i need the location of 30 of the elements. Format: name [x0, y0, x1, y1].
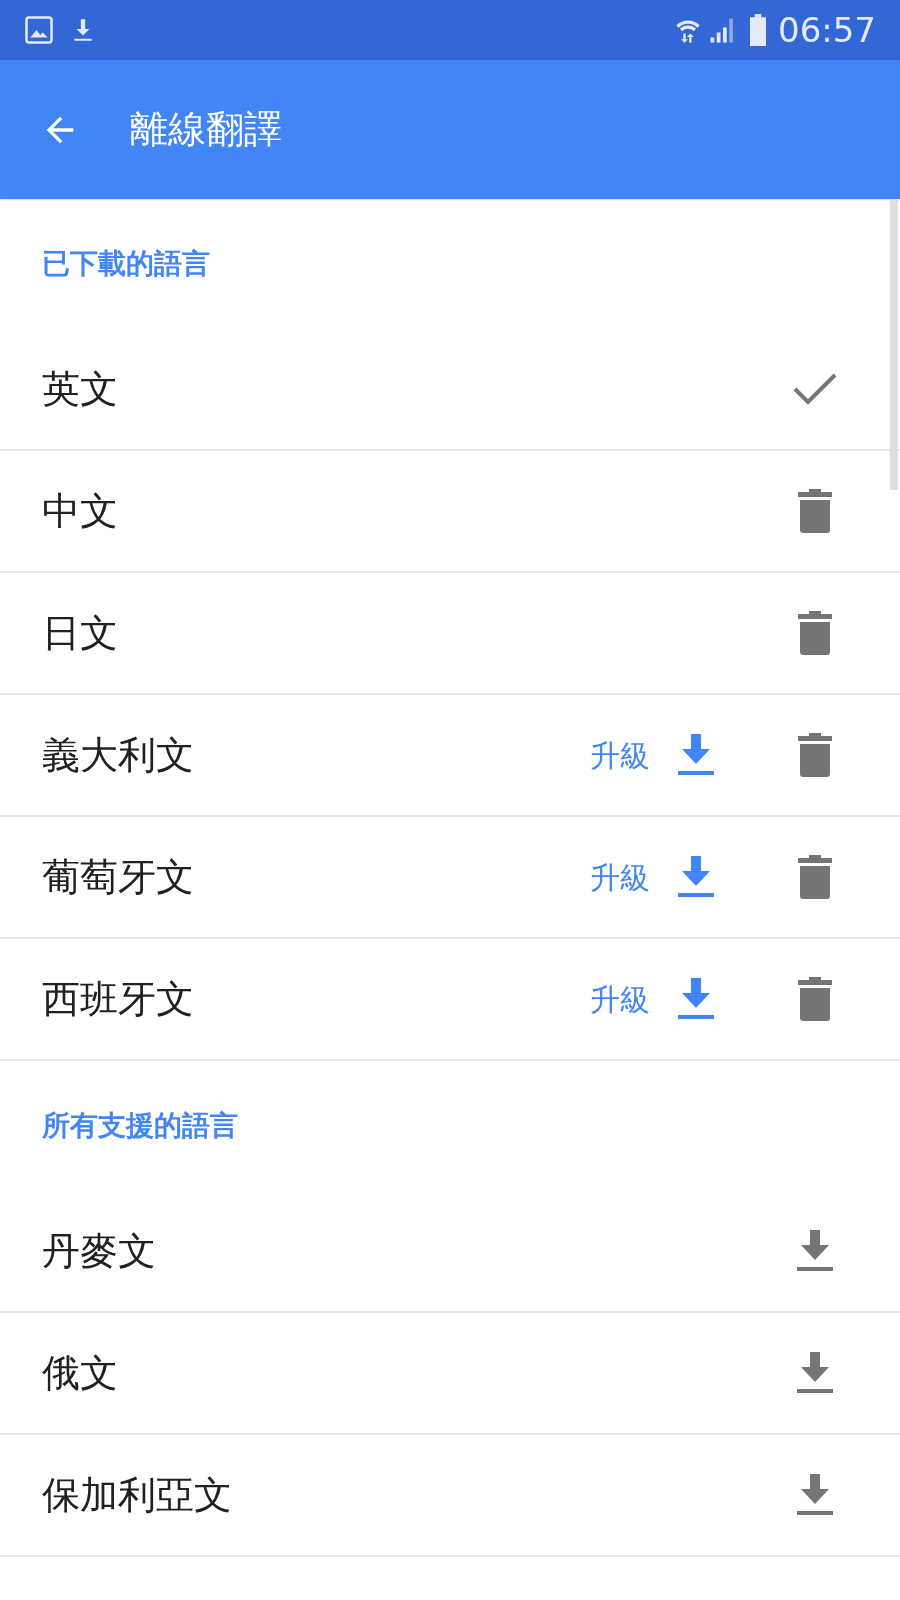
upgrade-link[interactable]: 升級: [590, 976, 650, 1022]
download-icon[interactable]: [797, 1474, 833, 1516]
download-icon[interactable]: [797, 1230, 833, 1272]
section-header: 已下載的語言: [42, 246, 210, 282]
trash-icon[interactable]: [798, 611, 832, 655]
language-name: 保加利亞文: [42, 1471, 233, 1519]
language-name: 丹麥文: [42, 1227, 157, 1275]
download-icon[interactable]: [797, 1352, 833, 1394]
language-name: 俄文: [42, 1349, 119, 1397]
upgrade-link[interactable]: 升級: [590, 854, 650, 900]
download-icon[interactable]: [678, 856, 714, 898]
status-time: 06:57: [778, 13, 876, 47]
language-name: 英文: [42, 365, 119, 413]
language-name: 葡萄牙文: [42, 853, 195, 901]
battery-icon: [748, 14, 768, 46]
language-name: 中文: [42, 487, 119, 535]
check-icon: [792, 371, 838, 407]
image-icon: [24, 15, 54, 45]
trash-icon[interactable]: [798, 733, 832, 777]
app-bar-title: 離線翻譯: [130, 106, 282, 153]
language-name: 西班牙文: [42, 975, 195, 1023]
download-icon[interactable]: [678, 734, 714, 776]
language-name: 義大利文: [42, 731, 195, 779]
trash-icon[interactable]: [798, 489, 832, 533]
download-icon[interactable]: [678, 978, 714, 1020]
upgrade-link[interactable]: 升級: [590, 732, 650, 778]
language-name: 日文: [42, 609, 119, 657]
trash-icon[interactable]: [798, 855, 832, 899]
trash-icon[interactable]: [798, 977, 832, 1021]
section-header: 所有支援的語言: [42, 1108, 238, 1144]
